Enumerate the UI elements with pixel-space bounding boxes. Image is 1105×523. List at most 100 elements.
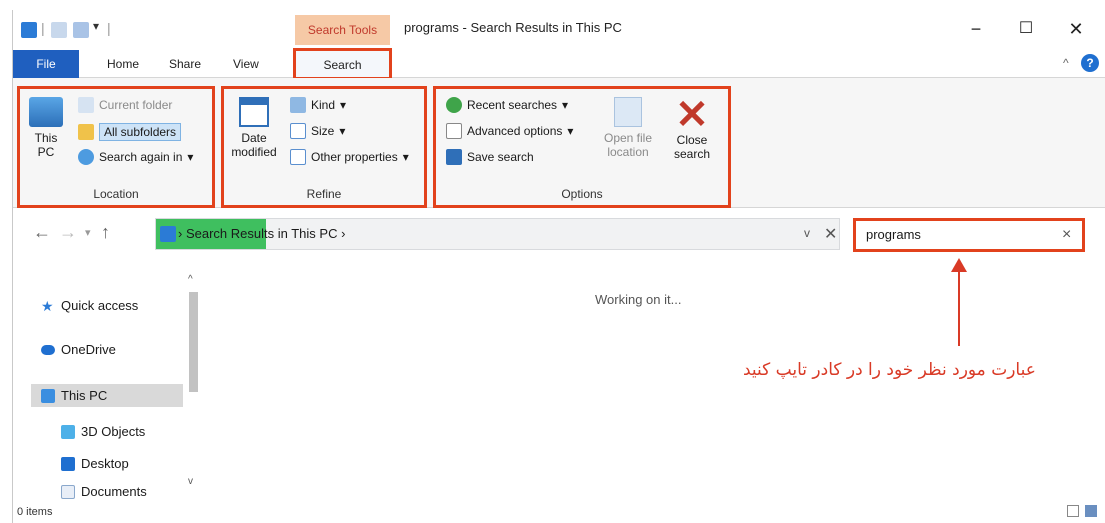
scroll-down-icon[interactable]: v bbox=[188, 476, 193, 487]
calendar-icon bbox=[239, 97, 269, 127]
close-search-button[interactable]: ✕ Close search bbox=[666, 95, 718, 161]
up-arrow-icon[interactable]: ↑ bbox=[101, 222, 110, 243]
folder-icon bbox=[78, 124, 94, 140]
annotation-text: عبارت مورد نظر خود را در کادر تایپ کنید bbox=[743, 360, 1036, 380]
new-folder-icon[interactable] bbox=[73, 22, 89, 38]
this-pc-button[interactable]: This PC bbox=[26, 97, 66, 159]
clear-search-icon[interactable]: × bbox=[1062, 226, 1071, 244]
size-icon bbox=[290, 123, 306, 139]
ribbon-tabs: File Home Share View Search ^ ? bbox=[13, 48, 1105, 80]
navigation-bar: ← → ▾ ↑ › Search Results in This PC › v … bbox=[13, 208, 1105, 258]
recent-searches-button[interactable]: Recent searches ▾ bbox=[446, 97, 568, 113]
nav-item-label: This PC bbox=[61, 388, 108, 403]
nav-item-desktop[interactable]: Desktop bbox=[61, 456, 129, 471]
document-icon bbox=[446, 123, 462, 139]
tab-home[interactable]: Home bbox=[101, 50, 145, 78]
size-label: Size bbox=[311, 124, 335, 138]
nav-item-3d-objects[interactable]: 3D Objects bbox=[61, 424, 145, 439]
open-file-location-button[interactable]: Open file location bbox=[600, 97, 656, 159]
nav-item-label: OneDrive bbox=[61, 342, 116, 357]
minimize-button[interactable]: − bbox=[953, 14, 999, 44]
separator: | bbox=[41, 20, 45, 36]
large-icons-view-icon[interactable] bbox=[1085, 505, 1097, 517]
chevron-down-icon[interactable]: v bbox=[804, 226, 810, 240]
chevron-down-icon: ▾ bbox=[402, 150, 409, 164]
chevron-down-icon: ▾ bbox=[567, 124, 574, 138]
search-again-in-button[interactable]: Search again in ▾ bbox=[78, 149, 193, 165]
options-group: Recent searches ▾ Advanced options ▾ Sav… bbox=[433, 86, 731, 208]
tab-view[interactable]: View bbox=[227, 50, 265, 78]
maximize-button[interactable]: ☐ bbox=[1003, 14, 1049, 44]
recent-locations-icon[interactable]: ▾ bbox=[85, 226, 91, 239]
date-modified-label: Date modified bbox=[231, 131, 277, 159]
search-input[interactable]: programs × bbox=[853, 218, 1085, 252]
nav-item-documents[interactable]: Documents bbox=[61, 484, 147, 499]
recent-searches-label: Recent searches bbox=[467, 98, 558, 112]
address-path: › Search Results in This PC › bbox=[178, 226, 345, 241]
breadcrumb-separator[interactable]: › bbox=[341, 226, 345, 241]
advanced-options-button[interactable]: Advanced options ▾ bbox=[446, 123, 573, 139]
refine-group-label: Refine bbox=[306, 187, 342, 201]
all-subfolders-label: All subfolders bbox=[99, 123, 182, 141]
folder-up-icon bbox=[614, 97, 642, 127]
search-tools-context-label: Search Tools bbox=[295, 15, 390, 45]
collapse-ribbon-icon[interactable]: ^ bbox=[1063, 56, 1069, 70]
breadcrumb-item[interactable]: Search Results in This PC bbox=[186, 226, 338, 241]
size-button[interactable]: Size ▾ bbox=[290, 123, 345, 139]
chevron-down-icon[interactable]: ▾ bbox=[93, 19, 99, 33]
nav-item-onedrive[interactable]: OneDrive bbox=[41, 342, 116, 357]
tab-file[interactable]: File bbox=[13, 50, 79, 78]
clock-icon bbox=[446, 97, 462, 113]
save-search-label: Save search bbox=[467, 150, 534, 164]
tab-search[interactable]: Search bbox=[293, 48, 392, 80]
date-modified-button[interactable]: Date modified bbox=[228, 97, 280, 159]
location-group: This PC Current folder All subfolders Se… bbox=[17, 86, 215, 208]
nav-item-this-pc[interactable]: This PC bbox=[31, 384, 183, 407]
properties-icon bbox=[290, 149, 306, 165]
advanced-options-label: Advanced options bbox=[467, 124, 563, 138]
nav-item-label: 3D Objects bbox=[81, 424, 146, 439]
details-view-icon[interactable] bbox=[1067, 505, 1079, 517]
nav-item-quick-access[interactable]: ★ Quick access bbox=[41, 298, 138, 313]
tab-share[interactable]: Share bbox=[163, 50, 207, 78]
kind-button[interactable]: Kind ▾ bbox=[290, 97, 346, 113]
close-search-label: Close search bbox=[673, 133, 711, 161]
chevron-down-icon: ▾ bbox=[340, 98, 347, 112]
search-again-in-label: Search again in bbox=[99, 150, 183, 164]
current-folder-button[interactable]: Current folder bbox=[78, 97, 172, 113]
all-subfolders-button[interactable]: All subfolders bbox=[78, 123, 182, 141]
close-button[interactable]: ✕ bbox=[1053, 14, 1099, 44]
chevron-down-icon: ▾ bbox=[187, 150, 194, 164]
navigation-pane: ★ Quick access OneDrive This PC 3D Objec… bbox=[13, 272, 203, 499]
back-arrow-icon[interactable]: ← bbox=[33, 222, 51, 243]
cube-icon bbox=[61, 424, 75, 439]
save-icon bbox=[446, 149, 462, 165]
refine-group: Date modified Kind ▾ Size ▾ Other proper… bbox=[221, 86, 427, 208]
search-query: programs bbox=[866, 227, 921, 242]
folder-icon bbox=[78, 97, 94, 113]
chevron-down-icon: ▾ bbox=[339, 124, 346, 138]
forward-arrow-icon[interactable]: → bbox=[59, 222, 77, 243]
nav-pane-scrollbar[interactable]: ^ v bbox=[186, 272, 201, 492]
other-properties-button[interactable]: Other properties ▾ bbox=[290, 149, 409, 165]
status-bar: 0 items bbox=[13, 502, 1105, 523]
star-icon: ★ bbox=[41, 297, 54, 314]
desktop-icon bbox=[61, 456, 75, 471]
scrollbar-thumb[interactable] bbox=[189, 292, 198, 392]
help-icon[interactable]: ? bbox=[1081, 54, 1099, 72]
computer-icon bbox=[29, 97, 63, 127]
address-bar[interactable]: › Search Results in This PC › v ✕ bbox=[155, 218, 840, 250]
save-search-button[interactable]: Save search bbox=[446, 149, 534, 165]
properties-icon[interactable] bbox=[51, 22, 67, 38]
search-results-icon bbox=[160, 226, 176, 242]
folder-icon[interactable] bbox=[21, 22, 37, 38]
window-title: programs - Search Results in This PC bbox=[404, 20, 622, 35]
kind-icon bbox=[290, 97, 306, 113]
computer-icon bbox=[41, 388, 55, 403]
chevron-down-icon: ▾ bbox=[562, 98, 569, 112]
search-icon bbox=[78, 149, 94, 165]
cloud-icon bbox=[41, 344, 55, 355]
breadcrumb-separator: › bbox=[178, 226, 183, 241]
scroll-up-icon[interactable]: ^ bbox=[188, 274, 193, 285]
stop-icon[interactable]: ✕ bbox=[824, 224, 837, 244]
